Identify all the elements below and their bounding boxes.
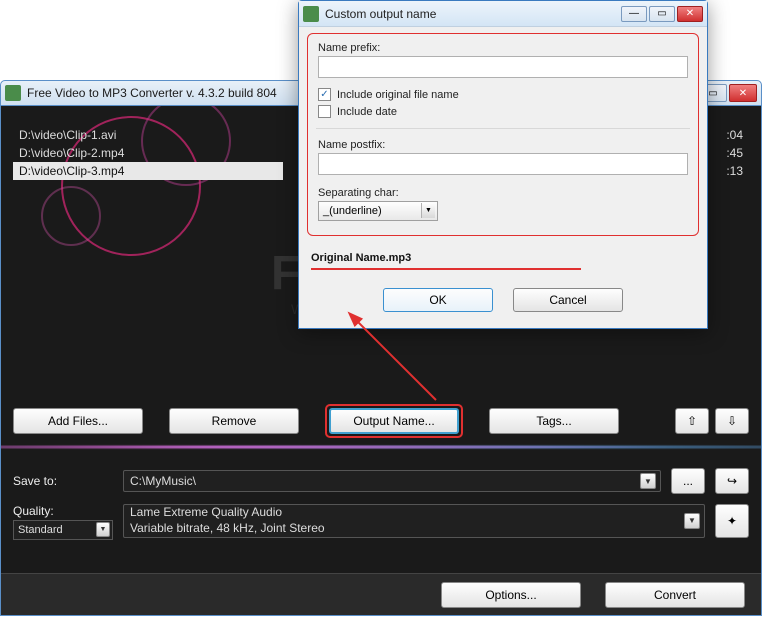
dialog-maximize-button[interactable]: ▭ xyxy=(649,6,675,22)
check-icon: ✓ xyxy=(320,89,328,100)
list-item[interactable]: D:\video\Clip-2.mp4 xyxy=(13,144,283,162)
save-to-value: C:\MyMusic\ xyxy=(130,474,196,488)
browse-button[interactable]: ... xyxy=(671,468,705,494)
move-down-button[interactable]: ⇩ xyxy=(715,408,749,434)
output-name-button[interactable]: Output Name... xyxy=(329,408,459,434)
save-to-row: Save to: C:\MyMusic\ ▼ ... ↪ xyxy=(13,468,749,494)
dialog-titlebar: Custom output name — ▭ ✕ xyxy=(299,1,707,27)
open-folder-icon: ↪ xyxy=(727,474,737,488)
save-to-label: Save to: xyxy=(13,474,113,488)
preset-line2: Variable bitrate, 48 kHz, Joint Stereo xyxy=(130,521,325,537)
dialog-close-button[interactable]: ✕ xyxy=(677,6,703,22)
include-original-label: Include original file name xyxy=(337,89,459,101)
dialog-title: Custom output name xyxy=(325,7,621,21)
dialog-highlight-box: Name prefix: ✓ Include original file nam… xyxy=(307,33,699,236)
separating-char-select[interactable]: _(underline) ▼ xyxy=(318,201,438,221)
decorative-glow xyxy=(1,444,761,450)
open-folder-button[interactable]: ↪ xyxy=(715,468,749,494)
chevron-down-icon[interactable]: ▼ xyxy=(421,203,435,218)
include-date-checkbox[interactable] xyxy=(318,105,331,118)
postfix-label: Name postfix: xyxy=(318,139,688,151)
preview-text: Original Name.mp3 xyxy=(311,252,695,264)
remove-button[interactable]: Remove xyxy=(169,408,299,434)
preset-combo[interactable]: Lame Extreme Quality Audio Variable bitr… xyxy=(123,504,705,538)
arrow-up-icon: ⇧ xyxy=(687,414,697,428)
wand-icon: ✦ xyxy=(727,514,737,528)
bottom-bar: Options... Convert xyxy=(1,573,761,615)
tags-button[interactable]: Tags... xyxy=(489,408,619,434)
list-item[interactable]: D:\video\Clip-1.avi xyxy=(13,126,283,144)
chevron-down-icon[interactable]: ▼ xyxy=(684,513,700,529)
prefix-label: Name prefix: xyxy=(318,42,688,54)
quality-select[interactable]: Standard ▼ xyxy=(13,520,113,540)
prefix-input[interactable] xyxy=(318,56,688,78)
toolbar: Add Files... Remove Output Name... Tags.… xyxy=(13,404,749,438)
preset-edit-button[interactable]: ✦ xyxy=(715,504,749,538)
dialog-minimize-button[interactable]: — xyxy=(621,6,647,22)
save-to-combo[interactable]: C:\MyMusic\ ▼ xyxy=(123,470,661,492)
cancel-button[interactable]: Cancel xyxy=(513,288,623,312)
separating-char-value: _(underline) xyxy=(323,205,382,217)
preview-underline xyxy=(311,268,581,270)
app-icon xyxy=(303,6,319,22)
arrow-down-icon: ⇩ xyxy=(727,414,737,428)
chevron-down-icon[interactable]: ▼ xyxy=(96,522,110,537)
chevron-down-icon[interactable]: ▼ xyxy=(640,473,656,489)
output-name-highlight: Output Name... xyxy=(325,404,463,438)
dialog-body: Name prefix: ✓ Include original file nam… xyxy=(299,27,707,328)
preset-line1: Lame Extreme Quality Audio xyxy=(130,505,325,521)
list-item[interactable]: D:\video\Clip-3.mp4 xyxy=(13,162,283,180)
move-up-button[interactable]: ⇧ xyxy=(675,408,709,434)
file-list[interactable]: D:\video\Clip-1.avi D:\video\Clip-2.mp4 … xyxy=(13,126,283,180)
quality-row: Quality: Standard ▼ Lame Extreme Quality… xyxy=(13,504,749,540)
custom-output-name-dialog: Custom output name — ▭ ✕ Name prefix: ✓ … xyxy=(298,0,708,329)
close-button[interactable]: ✕ xyxy=(729,84,757,102)
ellipsis-icon: ... xyxy=(683,474,693,488)
add-files-button[interactable]: Add Files... xyxy=(13,408,143,434)
include-date-label: Include date xyxy=(337,106,397,118)
duration-list: :04 :45 :13 xyxy=(720,126,749,180)
postfix-input[interactable] xyxy=(318,153,688,175)
duration: :13 xyxy=(720,162,749,180)
quality-label: Quality: xyxy=(13,504,113,518)
duration: :45 xyxy=(720,144,749,162)
include-original-checkbox[interactable]: ✓ xyxy=(318,88,331,101)
dialog-buttons: OK Cancel xyxy=(307,288,699,312)
ok-button[interactable]: OK xyxy=(383,288,493,312)
app-icon xyxy=(5,85,21,101)
convert-button[interactable]: Convert xyxy=(605,582,745,608)
duration: :04 xyxy=(720,126,749,144)
quality-value: Standard xyxy=(18,524,63,536)
separating-char-label: Separating char: xyxy=(318,187,688,199)
options-button[interactable]: Options... xyxy=(441,582,581,608)
